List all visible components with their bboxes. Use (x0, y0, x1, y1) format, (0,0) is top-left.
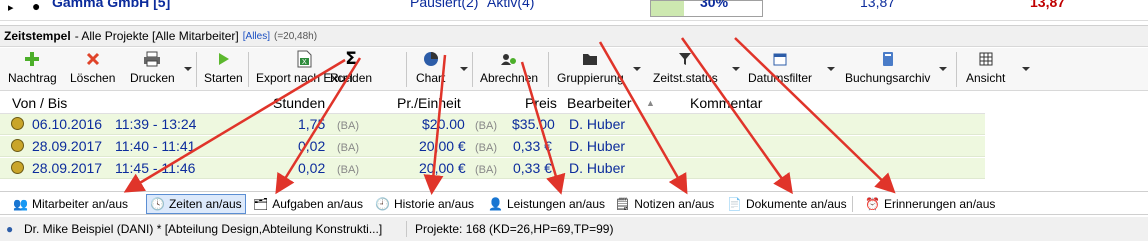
starten-button[interactable]: Starten (204, 50, 243, 90)
pie-chart-icon (420, 50, 442, 68)
invoice-icon (498, 50, 520, 68)
col-kommentar[interactable]: Kommentar (690, 92, 762, 114)
panel-title-bar: Zeitstempel - Alle Projekte [Alle Mitarb… (0, 25, 1148, 47)
timestamp-icon (11, 139, 24, 152)
zeiten-toggle[interactable]: 🕓 Zeiten an/aus (146, 194, 246, 214)
history-icon: 🕘 (375, 197, 390, 211)
grid-view-icon (975, 50, 997, 68)
table-header (0, 92, 985, 114)
archive-icon (877, 50, 899, 68)
project-status-paused: Pausiert(2) (410, 0, 479, 10)
timestamp-icon (11, 161, 24, 174)
document-icon: 📄 (727, 197, 742, 211)
bullet-icon: ● (32, 0, 41, 14)
chart-button[interactable]: Chart (416, 50, 445, 90)
progress-percent: 30% (700, 0, 729, 10)
panel-subtitle: - Alle Projekte [Alle Mitarbeiter] (74, 29, 239, 43)
col-stunden[interactable]: Stunden (273, 92, 325, 114)
toolbar-separator (248, 52, 249, 87)
filter-icon (674, 50, 696, 68)
user-status-icon: ● (6, 222, 14, 236)
toolbar-separator (548, 52, 549, 87)
time-entries-table: Von / Bis Stunden Pr./Einheit Preis Bear… (0, 92, 1148, 180)
gruppierung-dropdown-icon[interactable] (633, 67, 641, 71)
ansicht-dropdown-icon[interactable] (1022, 67, 1030, 71)
status-projects: Projekte: 168 (KD=26,HP=69,TP=99) (415, 222, 614, 236)
aufgaben-toggle[interactable]: 🗂 Aufgaben an/aus (250, 194, 366, 214)
drucken-dropdown-icon[interactable] (184, 67, 192, 71)
value-2: 13,87 (1030, 0, 1066, 10)
calendar-icon (769, 50, 791, 68)
runden-button[interactable]: Σ Runden (330, 49, 372, 90)
ansicht-button[interactable]: Ansicht (966, 50, 1005, 90)
play-icon (212, 50, 234, 68)
people-icon: 👥 (13, 197, 28, 211)
printer-icon (141, 50, 163, 68)
plus-icon (21, 50, 43, 68)
status-user: Dr. Mike Beispiel (DANI) * [Abteilung De… (24, 222, 383, 236)
filter-badge[interactable]: [Alles] (243, 31, 270, 42)
toolbar-separator (472, 52, 473, 87)
previous-project-row[interactable]: ▸ ● Gamma GmbH [5] Pausiert(2) Aktiv(4) … (0, 0, 1148, 20)
chart-dropdown-icon[interactable] (460, 67, 468, 71)
expand-icon[interactable]: ▸ (8, 1, 14, 14)
sigma-icon: Σ (345, 49, 357, 69)
nachtrag-button[interactable]: Nachtrag (8, 50, 57, 90)
col-bearbeiter[interactable]: Bearbeiter (567, 92, 632, 114)
mitarbeiter-toggle[interactable]: 👥 Mitarbeiter an/aus (10, 194, 131, 214)
buchungsarchiv-dropdown-icon[interactable] (939, 67, 947, 71)
datumsfilter-button[interactable]: Datumsfilter (748, 50, 812, 90)
svg-text:X: X (302, 59, 307, 66)
total-hours: (=20,48h) (273, 30, 318, 42)
tasks-icon: 🗂 (253, 197, 269, 211)
col-preis[interactable]: Preis (525, 92, 557, 114)
note-icon: 🗒 (615, 197, 631, 211)
panel-toggle-bar: 👥 Mitarbeiter an/aus 🕓 Zeiten an/aus 🗂 Aufg… (0, 191, 1148, 215)
notizen-toggle[interactable]: 🗒 Notizen an/aus (612, 194, 717, 214)
table-row[interactable]: 06.10.2016 11:39 - 13:24 1,75 (BA) $20.0… (0, 114, 985, 135)
project-name: Gamma GmbH [5] (52, 0, 171, 10)
delete-x-icon (82, 50, 104, 68)
toolbar: Nachtrag Löschen Drucken Starten X Expor… (0, 48, 1148, 91)
historie-toggle[interactable]: 🕘 Historie an/aus (372, 194, 477, 214)
toolbar-separator (406, 52, 407, 87)
timestamp-icon (11, 117, 24, 130)
gruppierung-button[interactable]: Gruppierung (557, 50, 624, 90)
buchungsarchiv-button[interactable]: Buchungsarchiv (845, 50, 930, 90)
clock-icon: 🕓 (150, 197, 165, 211)
dokumente-toggle[interactable]: 📄 Dokumente an/aus (724, 194, 850, 214)
datumsfilter-dropdown-icon[interactable] (827, 67, 835, 71)
zeitst-status-button[interactable]: Zeitst.status (653, 50, 718, 90)
erinnerungen-toggle[interactable]: ⏰ Erinnerungen an/aus (862, 194, 998, 214)
status-bar: ● Dr. Mike Beispiel (DANI) * [Abteilung … (0, 217, 1148, 241)
col-preis-einheit[interactable]: Pr./Einheit (397, 92, 461, 114)
status-separator (406, 221, 407, 237)
alarm-clock-icon: ⏰ (865, 197, 880, 211)
table-row[interactable]: 28.09.2017 11:45 - 11:46 0,02 (BA) 20,00… (0, 158, 985, 179)
sort-asc-icon: ▲ (646, 98, 655, 108)
abrechnen-button[interactable]: Abrechnen (480, 50, 538, 90)
drucken-button[interactable]: Drucken (130, 50, 175, 90)
leistungen-toggle[interactable]: 👤 Leistungen an/aus (485, 194, 608, 214)
value-1: 13,87 (860, 0, 896, 10)
excel-icon: X (293, 50, 315, 68)
table-row[interactable]: 28.09.2017 11:40 - 11:41 0,02 (BA) 20,00… (0, 136, 985, 157)
project-status-active: Aktiv(4) (487, 0, 535, 10)
services-icon: 👤 (488, 197, 503, 211)
toolbar-separator (196, 52, 197, 87)
loeschen-button[interactable]: Löschen (70, 50, 115, 90)
tab-separator (852, 196, 853, 212)
col-von-bis[interactable]: Von / Bis (12, 92, 67, 114)
panel-title: Zeitstempel (4, 29, 71, 43)
zeitst-status-dropdown-icon[interactable] (732, 67, 740, 71)
toolbar-separator (956, 52, 957, 87)
folder-icon (579, 50, 601, 68)
